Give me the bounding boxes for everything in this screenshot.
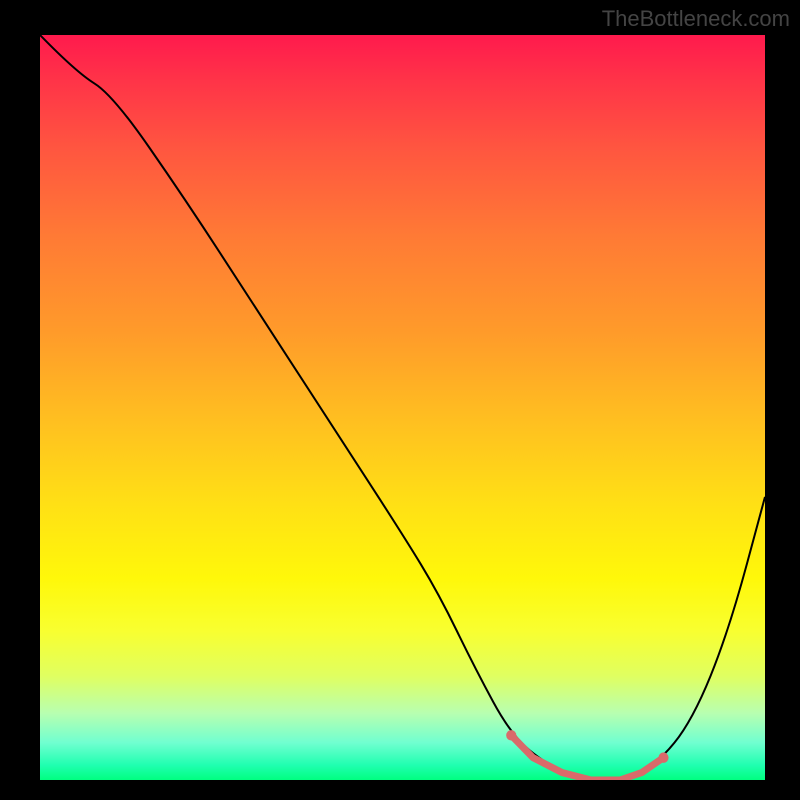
chart-svg (40, 35, 765, 780)
watermark-text: TheBottleneck.com (602, 6, 790, 32)
highlight-start-dot (506, 730, 516, 740)
highlight-segment-path (511, 735, 663, 780)
bottleneck-curve-path (40, 35, 765, 780)
chart-plot-area (40, 35, 765, 780)
highlight-end-dot (658, 752, 668, 762)
